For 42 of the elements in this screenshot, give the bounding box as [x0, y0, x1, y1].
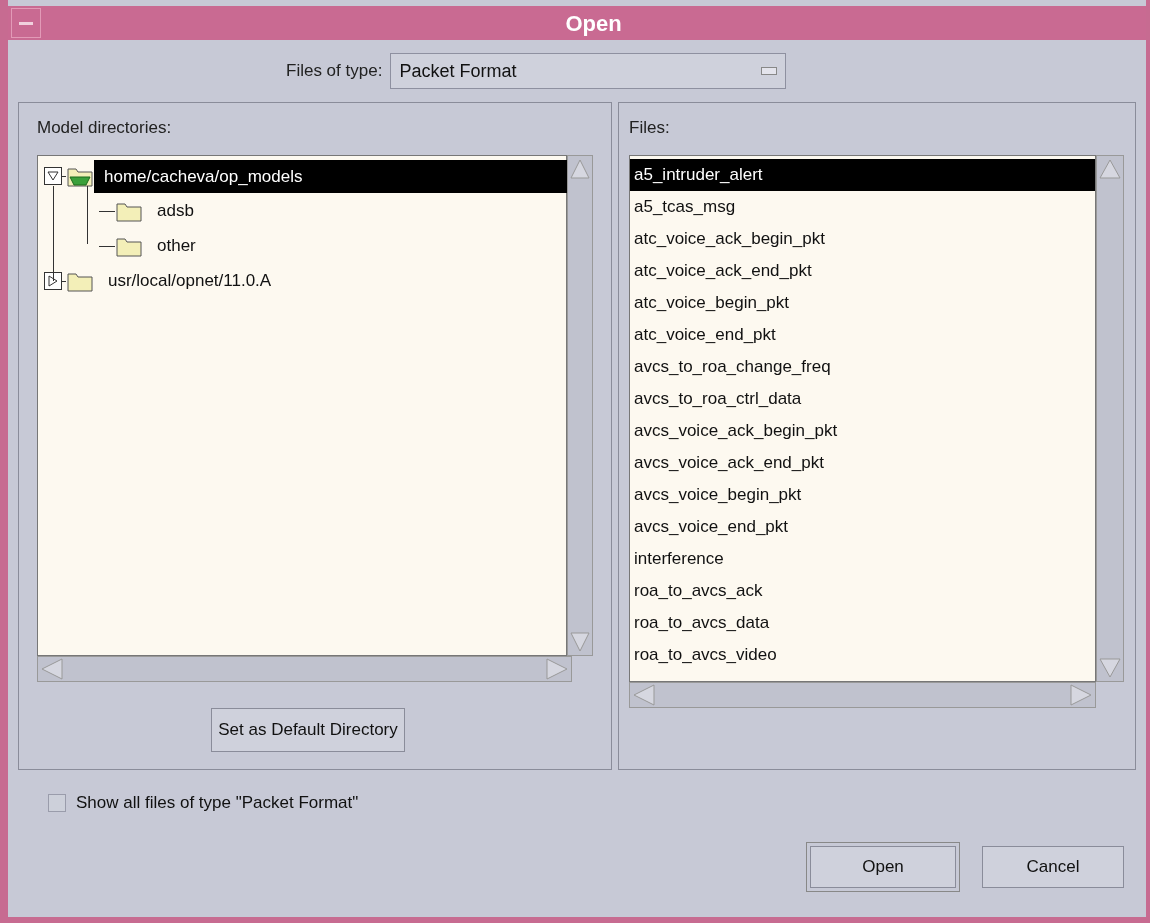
vertical-scrollbar[interactable] — [567, 154, 593, 656]
expand-toggle-icon[interactable] — [44, 272, 62, 290]
file-item[interactable]: avcs_voice_end_pkt — [630, 510, 1095, 543]
file-item[interactable]: roa_to_avcs_data — [630, 606, 1095, 639]
files-of-type-label: Files of type: — [286, 60, 383, 83]
tree-item[interactable]: usr/local/opnet/11.0.A — [94, 268, 272, 294]
file-item[interactable]: avcs_voice_ack_begin_pkt — [630, 414, 1095, 447]
file-item[interactable]: avcs_voice_begin_pkt — [630, 478, 1095, 511]
collapse-toggle-icon[interactable] — [44, 167, 62, 185]
checkbox[interactable] — [48, 793, 66, 812]
file-item[interactable]: interference — [630, 542, 1095, 575]
file-item[interactable]: roa_to_avcs_ack — [630, 574, 1095, 607]
file-item[interactable]: avcs_voice_ack_end_pkt — [630, 446, 1095, 479]
horizontal-scrollbar[interactable] — [629, 681, 1096, 708]
file-type-dropdown[interactable]: Packet Format — [390, 53, 787, 89]
file-item[interactable]: atc_voice_end_pkt — [630, 318, 1095, 351]
file-item[interactable]: a5_intruder_alert — [630, 158, 1095, 191]
file-item[interactable]: avcs_to_roa_ctrl_data — [630, 382, 1095, 415]
horizontal-scrollbar[interactable] — [37, 655, 572, 682]
file-item[interactable]: avcs_to_roa_change_freq — [630, 350, 1095, 383]
tree-item[interactable]: other — [143, 233, 196, 259]
window-menu-button[interactable] — [11, 8, 41, 38]
folder-icon — [115, 200, 143, 222]
set-default-directory-button[interactable]: Set as Default Directory — [211, 707, 405, 752]
file-item[interactable]: a5_tcas_msg — [630, 190, 1095, 223]
file-item[interactable]: roa_to_avcs_video — [630, 638, 1095, 671]
tree-item[interactable]: home/cacheva/op_models — [94, 159, 567, 193]
file-item[interactable]: atc_voice_ack_end_pkt — [630, 254, 1095, 287]
window-title: Open — [565, 9, 622, 38]
file-item[interactable]: atc_voice_begin_pkt — [630, 286, 1095, 319]
dropdown-icon — [761, 67, 778, 75]
folder-icon — [115, 235, 143, 257]
vertical-scrollbar[interactable] — [1096, 154, 1124, 682]
file-item[interactable]: atc_voice_ack_begin_pkt — [630, 222, 1095, 255]
dialog-button[interactable]: Open — [810, 845, 956, 888]
checkbox-label[interactable]: Show all files of type "Packet Format" — [76, 790, 359, 816]
dialog-button[interactable]: Cancel — [982, 845, 1124, 888]
directories-label: Model directories: — [37, 117, 173, 139]
folder-icon — [66, 270, 94, 292]
files-label: Files: — [629, 117, 671, 139]
open-folder-icon — [66, 165, 94, 187]
tree-item[interactable]: adsb — [143, 198, 194, 224]
